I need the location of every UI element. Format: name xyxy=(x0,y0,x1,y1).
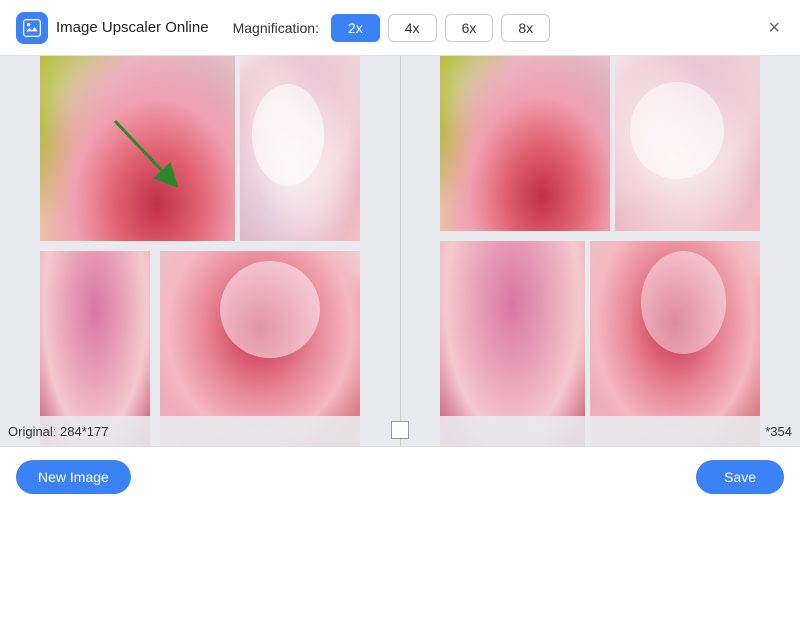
app-icon-svg xyxy=(22,18,42,38)
left-tile-tr xyxy=(240,56,360,241)
left-info-bar: Original: 284*177 xyxy=(0,416,400,446)
app-icon xyxy=(16,12,48,44)
right-panel: *354 xyxy=(400,56,800,446)
save-button[interactable]: Save xyxy=(696,460,784,494)
mag-button-2x[interactable]: 2x xyxy=(331,14,380,42)
right-collage xyxy=(440,56,760,446)
app-title: Image Upscaler Online xyxy=(56,19,209,36)
app-header: Image Upscaler Online Magnification: 2x … xyxy=(0,0,800,56)
mag-button-4x[interactable]: 4x xyxy=(388,14,437,42)
footer: New Image Save xyxy=(0,446,800,506)
main-content: Original: 284*177 *354 xyxy=(0,56,800,446)
left-tile-tl xyxy=(40,56,235,241)
close-button[interactable]: × xyxy=(764,14,784,42)
left-panel: Original: 284*177 xyxy=(0,56,400,446)
divider-square xyxy=(391,421,409,439)
original-size-label: Original: 284*177 xyxy=(8,424,108,439)
magnification-label: Magnification: xyxy=(233,20,319,36)
left-collage xyxy=(40,56,360,446)
right-tile-tr xyxy=(615,56,760,231)
mag-button-8x[interactable]: 8x xyxy=(501,14,550,42)
new-image-button[interactable]: New Image xyxy=(16,460,131,494)
mag-button-6x[interactable]: 6x xyxy=(445,14,494,42)
upscaled-size-label: *354 xyxy=(765,424,792,439)
right-tile-tl xyxy=(440,56,610,231)
right-info-bar: *354 xyxy=(401,416,800,446)
magnification-buttons: 2x 4x 6x 8x xyxy=(331,14,550,42)
